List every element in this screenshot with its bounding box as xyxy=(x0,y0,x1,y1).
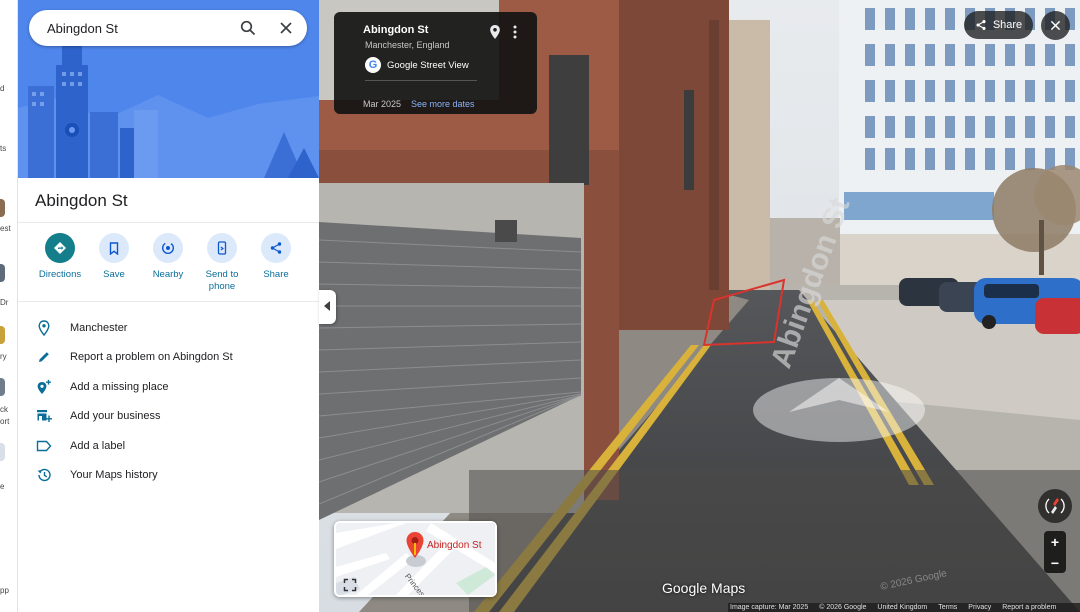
menu-item-label: Manchester xyxy=(70,321,128,334)
rail-fragment[interactable]: ts xyxy=(0,144,6,153)
rail-fragment[interactable]: ck xyxy=(0,405,8,414)
footer-copyright: © 2026 Google xyxy=(819,604,867,611)
rail-thumbnail[interactable] xyxy=(0,443,5,461)
footer-privacy-link[interactable]: Privacy xyxy=(968,604,991,611)
collapse-panel-button[interactable] xyxy=(319,290,336,324)
google-logo-icon: G xyxy=(365,57,381,73)
label-icon xyxy=(35,437,53,455)
share-label: Share xyxy=(263,269,289,280)
send-to-phone-button[interactable]: Send to phone xyxy=(195,233,249,293)
share-icon xyxy=(261,233,291,263)
rail-fragment[interactable]: pp xyxy=(0,586,9,595)
bookmark-icon xyxy=(99,233,129,263)
nearby-button[interactable]: Nearby xyxy=(141,233,195,281)
footer-country[interactable]: United Kingdom xyxy=(877,604,927,611)
save-button[interactable]: Save xyxy=(87,233,141,281)
footer-terms-link[interactable]: Terms xyxy=(938,604,957,611)
rail-fragment[interactable]: ry xyxy=(0,352,7,361)
menu-item-maps-history[interactable]: Your Maps history xyxy=(18,460,319,489)
send-to-phone-label: Send to phone xyxy=(205,269,239,292)
nearby-label: Nearby xyxy=(152,269,184,280)
mini-map[interactable]: Abingdon St Princes xyxy=(334,521,497,597)
divider xyxy=(365,80,477,81)
phone-icon xyxy=(207,233,237,263)
menu-item-manchester[interactable]: Manchester xyxy=(18,313,319,342)
google-maps-logo: Google Maps xyxy=(662,580,746,596)
add-business-icon xyxy=(35,407,53,425)
add-place-icon xyxy=(35,378,53,396)
save-label: Save xyxy=(103,269,125,280)
menu-item-label: Report a problem on Abingdon St xyxy=(70,350,233,363)
rail-thumbnail[interactable] xyxy=(0,264,5,282)
rail-fragment[interactable]: Dr xyxy=(0,298,8,307)
place-title: Abingdon St xyxy=(35,191,128,210)
divider xyxy=(18,222,319,223)
menu-item-report-problem[interactable]: Report a problem on Abingdon St xyxy=(18,342,319,371)
location-pin-icon xyxy=(35,319,53,337)
rail-fragment[interactable]: ort xyxy=(0,417,9,426)
close-street-view-button[interactable] xyxy=(1041,11,1070,40)
sv-capture-date: Mar 2025 xyxy=(363,99,402,109)
red-pin-icon xyxy=(405,531,425,564)
close-icon xyxy=(1050,20,1061,31)
compass-icon xyxy=(1038,489,1072,523)
search-box[interactable] xyxy=(29,10,307,46)
search-input[interactable] xyxy=(47,20,227,36)
place-panel: Abingdon St Directions Save Nearby xyxy=(18,0,319,612)
rail-thumbnail[interactable] xyxy=(0,326,5,344)
zoom-out-button[interactable]: − xyxy=(1044,552,1066,573)
menu-item-add-missing-place[interactable]: Add a missing place xyxy=(18,372,319,401)
sv-share-button[interactable]: Share xyxy=(964,11,1033,39)
nearby-icon xyxy=(153,233,183,263)
maps-window: d ts est Dr ry ck ort e pp Abingdon St A… xyxy=(0,0,1080,612)
sv-share-label: Share xyxy=(992,19,1023,31)
rail-fragment[interactable]: d xyxy=(0,84,4,93)
zoom-in-button[interactable]: + xyxy=(1044,531,1066,552)
compass-button[interactable] xyxy=(1038,489,1072,523)
location-pin-icon[interactable] xyxy=(489,24,503,40)
close-icon[interactable] xyxy=(275,17,297,39)
sv-place-title: Abingdon St xyxy=(363,24,429,36)
history-icon xyxy=(35,466,53,484)
see-more-dates-link[interactable]: See more dates xyxy=(411,99,475,109)
pencil-icon xyxy=(35,348,53,366)
street-view-info-card: Abingdon St Manchester, England G Google… xyxy=(334,12,537,114)
action-buttons: Directions Save Nearby Send to phone Sha… xyxy=(33,233,313,295)
share-icon xyxy=(975,19,987,31)
rail-thumbnail[interactable] xyxy=(0,378,5,396)
rail-fragment[interactable]: e xyxy=(0,482,4,491)
menu-item-add-label[interactable]: Add a label xyxy=(18,431,319,460)
menu-item-add-business[interactable]: Add your business xyxy=(18,401,319,430)
footer-bar: Image capture: Mar 2025 © 2026 Google Un… xyxy=(728,603,1080,612)
menu-item-label: Add a missing place xyxy=(70,380,169,393)
menu-item-label: Your Maps history xyxy=(70,468,158,481)
search-icon[interactable] xyxy=(237,17,259,39)
left-rail: d ts est Dr ry ck ort e pp xyxy=(0,0,18,612)
mini-map-place-label: Abingdon St xyxy=(427,540,482,551)
share-button[interactable]: Share xyxy=(249,233,303,281)
rail-thumbnail[interactable] xyxy=(0,199,5,217)
chevron-left-icon xyxy=(324,298,331,316)
directions-icon xyxy=(45,233,75,263)
rail-fragment[interactable]: est xyxy=(0,224,11,233)
menu-item-label: Add a label xyxy=(70,439,126,452)
fullscreen-icon[interactable] xyxy=(343,578,357,592)
menu-item-label: Add your business xyxy=(70,409,161,422)
sv-place-subtitle: Manchester, England xyxy=(365,40,450,50)
more-options-icon[interactable] xyxy=(509,24,521,40)
directions-label: Directions xyxy=(38,269,82,280)
zoom-controls: + − xyxy=(1044,531,1066,573)
directions-button[interactable]: Directions xyxy=(33,233,87,281)
footer-report-problem-link[interactable]: Report a problem xyxy=(1002,604,1056,611)
footer-capture-date: Image capture: Mar 2025 xyxy=(730,604,809,611)
place-hero-image xyxy=(18,0,319,178)
sv-provider: G Google Street View xyxy=(365,57,469,73)
sv-provider-label: Google Street View xyxy=(387,59,469,71)
divider xyxy=(18,301,319,302)
